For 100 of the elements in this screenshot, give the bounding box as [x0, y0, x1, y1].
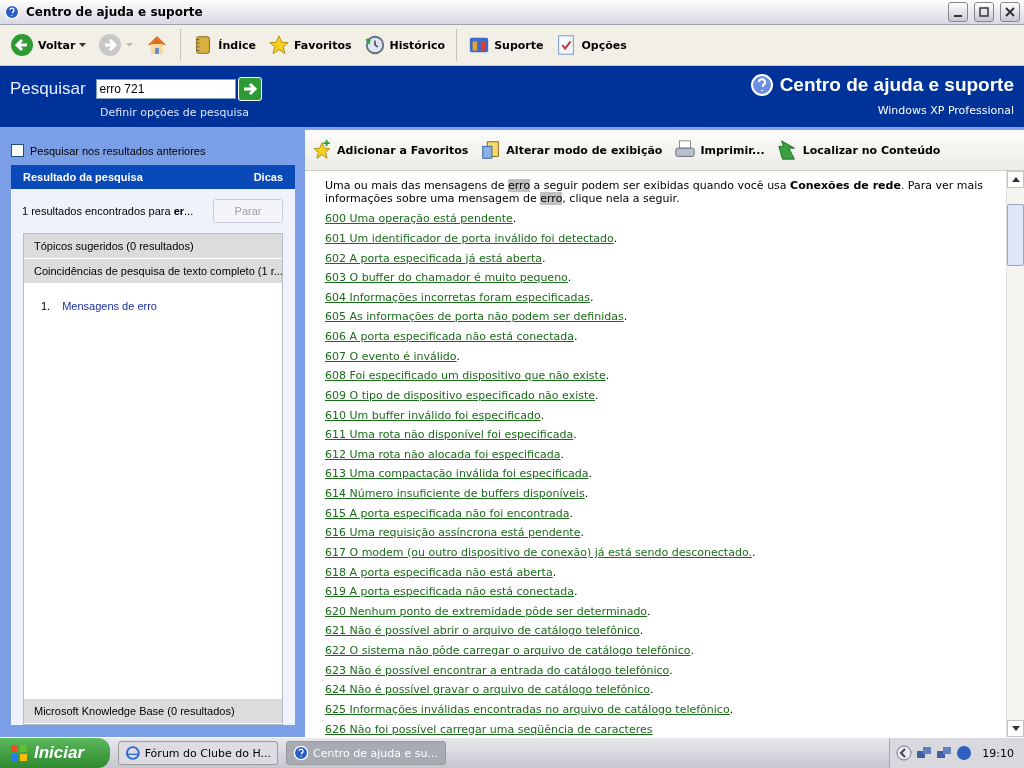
scroll-down-button[interactable]	[1007, 720, 1024, 737]
period: .	[595, 388, 599, 402]
result-number: 1.	[41, 300, 51, 312]
period: .	[639, 624, 644, 638]
intro-paragraph: Uma ou mais das mensagens de erro a seguir podem ser exibidas quando você usa Conexões de rede. Para ver mais informações sobre uma mensagem de erro, clique nela a seguir.	[325, 179, 985, 205]
period: .	[542, 251, 546, 265]
period: .	[605, 369, 610, 383]
back-button[interactable]: Voltar	[6, 31, 91, 59]
period: .	[573, 330, 578, 344]
scrollbar[interactable]	[1006, 171, 1024, 737]
header-title: Centro de ajuda e suporte	[779, 74, 1014, 96]
network-icon	[916, 745, 933, 761]
caret-icon	[126, 43, 134, 47]
help-icon	[293, 745, 309, 761]
down-arrow-icon	[1011, 726, 1020, 731]
windows-flag-icon	[10, 744, 28, 762]
error-message-link[interactable]: 614 Número insuficiente de buffers disponíveis	[325, 487, 585, 501]
period: .	[573, 428, 577, 442]
locate-button[interactable]: Localizar no Conteúdo	[776, 139, 941, 161]
period: .	[573, 585, 578, 599]
caret-icon	[79, 43, 87, 47]
close-icon	[1005, 7, 1015, 17]
chevron-icon	[896, 745, 913, 761]
search-go-button[interactable]	[237, 77, 262, 101]
scroll-thumb[interactable]	[1007, 204, 1024, 266]
favorites-button[interactable]: Favoritos	[263, 32, 356, 58]
window-title: Centro de ajuda e suporte	[26, 5, 204, 19]
period: .	[751, 545, 756, 559]
period: .	[569, 506, 573, 520]
result-link[interactable]: Mensagens de erro	[62, 300, 157, 312]
error-message-link[interactable]: 626 Não foi possível carregar uma seqüência de caracteres	[325, 722, 653, 736]
minimize-button[interactable]	[948, 2, 968, 22]
results-count: 1 resultados encontrados para er...	[22, 205, 194, 217]
taskbar-task[interactable]: Fórum do Clube do H...	[118, 741, 278, 765]
options-button[interactable]: Opções	[551, 32, 631, 58]
error-message-link[interactable]: 610 Um buffer inválido foi especificado	[325, 408, 541, 422]
error-message-link[interactable]: 605 As informações de porta não podem ser definidas	[325, 310, 624, 324]
period: .	[690, 644, 694, 658]
error-message-link[interactable]: 603 O buffer do chamador é muito pequeno	[325, 271, 568, 285]
tips-link[interactable]: Dicas	[253, 171, 283, 183]
index-button[interactable]: Índice	[188, 32, 260, 58]
period: .	[540, 408, 545, 422]
panel-title: Resultado da pesquisa	[23, 171, 143, 183]
header-subtitle: Windows XP Professional	[877, 104, 1014, 117]
search-label: Pesquisar	[10, 79, 86, 99]
up-arrow-icon	[1011, 177, 1020, 182]
period: .	[512, 212, 517, 226]
clock-icon	[363, 34, 386, 56]
search-field[interactable]: erro 721	[95, 79, 236, 99]
minimize-icon	[954, 15, 962, 17]
result-group-header[interactable]: Coincidências de pesquisa de texto completo (1 r...	[24, 259, 282, 284]
period: .	[589, 290, 594, 304]
period: .	[588, 467, 592, 481]
print-button[interactable]: Imprimir...	[674, 139, 765, 161]
period: .	[580, 526, 584, 540]
result-group-header[interactable]: Tópicos sugeridos (0 resultados)	[24, 234, 282, 259]
error-message-link[interactable]: 607 O evento é inválido	[325, 349, 457, 363]
error-message-link[interactable]: 625 Informações inválidas encontradas no arquivo de catálogo telefônico	[325, 702, 730, 716]
view-button[interactable]: Alterar modo de exibição	[480, 139, 663, 161]
support-button[interactable]: Suporte	[464, 32, 548, 58]
search-previous-checkbox[interactable]	[11, 144, 24, 157]
help-icon	[4, 4, 20, 20]
error-message-link[interactable]: 601 Um identificador de porta inválido foi detectado	[325, 231, 614, 245]
search-options-link[interactable]: Definir opções de pesquisa	[100, 106, 262, 119]
period: .	[567, 271, 572, 285]
error-message-link[interactable]: 604 Informações incorretas foram especificadas	[325, 290, 590, 304]
error-message-link[interactable]: 602 A porta especificada já está aberta	[325, 251, 542, 265]
maximize-icon	[979, 7, 989, 17]
error-message-link[interactable]: 606 A porta especificada não está conectada	[325, 330, 574, 344]
add-favorite-button[interactable]: Adicionar a Favoritos	[311, 139, 469, 161]
period: .	[560, 447, 564, 461]
history-button[interactable]: Histórico	[359, 32, 450, 58]
period: .	[552, 565, 557, 579]
help-icon	[749, 73, 774, 97]
period: .	[729, 702, 734, 716]
error-message-link[interactable]: 617 O modem (ou outro dispositivo de conexão) já está sendo desconectado.	[325, 545, 752, 559]
period: .	[456, 349, 461, 363]
maximize-button[interactable]	[974, 2, 994, 22]
star-icon	[267, 34, 290, 56]
error-message-link[interactable]: 609 O tipo de dispositivo especificado não existe	[325, 388, 595, 402]
error-message-link[interactable]: 608 Foi especificado um dispositivo que não existe	[325, 369, 606, 383]
error-message-link[interactable]: 621 Não é possível abrir o arquivo de catálogo telefônico	[325, 624, 640, 638]
checkbox-label: Pesquisar nos resultados anteriores	[30, 144, 206, 157]
error-message-link[interactable]: 618 A porta especificada não está aberta	[325, 565, 553, 579]
scroll-up-button[interactable]	[1007, 171, 1024, 188]
error-message-link[interactable]: 600 Uma operação está pendente	[325, 212, 513, 226]
error-message-link[interactable]: 624 Não é possível gravar o arquivo de catálogo telefônico	[325, 683, 650, 697]
browser-icon	[125, 745, 141, 761]
period: .	[669, 663, 673, 677]
period: .	[584, 487, 589, 501]
period: .	[649, 683, 654, 697]
app-icon	[956, 745, 973, 761]
period: .	[647, 604, 651, 618]
close-button[interactable]	[1000, 2, 1020, 22]
clock: 19:10	[982, 746, 1014, 760]
error-message-link[interactable]: 619 A porta especificada não está conectada	[325, 585, 574, 599]
period: .	[623, 310, 628, 324]
network-icon	[936, 745, 953, 761]
arrow-icon	[241, 81, 258, 97]
result-group-header[interactable]: Microsoft Knowledge Base (0 resultados)	[24, 699, 282, 724]
